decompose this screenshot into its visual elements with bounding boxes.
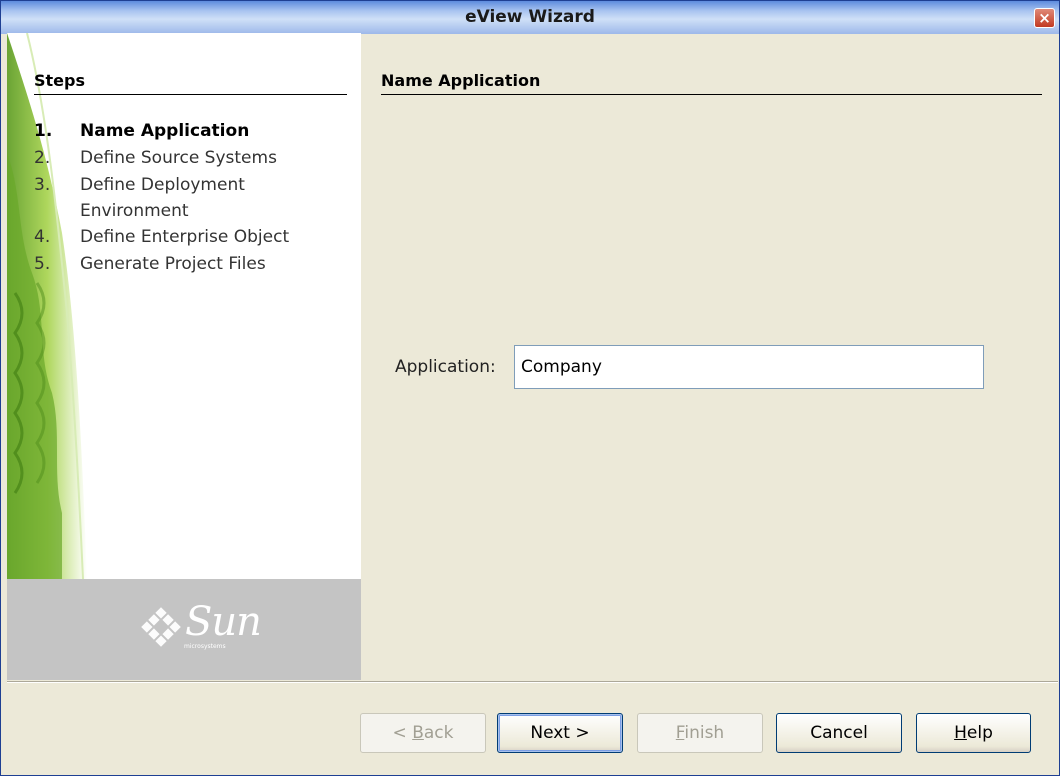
step-number: 2. [34, 148, 51, 168]
finish-button[interactable]: Finish [637, 713, 763, 753]
window-title: eView Wizard [465, 7, 595, 27]
cancel-button-label: Cancel [810, 723, 868, 743]
step-item-generate-project-files: 5. Generate Project Files [34, 251, 354, 278]
step-number: 3. [34, 175, 51, 195]
steps-list: 1. Name Application 2. Define Source Sys… [34, 118, 354, 278]
sun-logo-panel: Sun microsystems [7, 579, 361, 680]
cancel-button[interactable]: Cancel [776, 713, 902, 753]
button-bar-divider [7, 681, 1058, 683]
step-item-define-source-systems: 2. Define Source Systems [34, 145, 354, 172]
help-button-label: Help [954, 723, 993, 743]
next-button[interactable]: Next > [497, 713, 623, 753]
step-number: 1. [34, 121, 53, 141]
step-number: 5. [34, 254, 51, 274]
page-title: Name Application [381, 71, 1042, 95]
close-icon[interactable]: × [1034, 8, 1055, 28]
back-button[interactable]: < Back [360, 713, 486, 753]
leaf-decoration-icon [7, 33, 87, 579]
steps-heading: Steps [34, 71, 347, 95]
title-bar[interactable]: eView Wizard × [1, 1, 1059, 34]
step-label: Define Deployment Environment [80, 175, 245, 221]
finish-button-label: Finish [675, 723, 725, 743]
step-label: Define Source Systems [80, 148, 277, 168]
next-button-label: Next > [530, 723, 590, 743]
step-item-define-deployment-environment: 3. Define Deployment Environment [34, 172, 354, 224]
step-item-define-enterprise-object: 4. Define Enterprise Object [34, 224, 354, 251]
steps-panel: Steps 1. Name Application 2. Define Sour… [7, 33, 361, 680]
application-name-input[interactable] [514, 345, 984, 389]
back-button-label: < Back [392, 723, 454, 743]
sun-logo-subtext: microsystems [184, 643, 226, 650]
step-label: Name Application [80, 121, 250, 141]
step-number: 4. [34, 227, 51, 247]
sun-logo-text: Sun [185, 599, 262, 645]
help-button[interactable]: Help [916, 713, 1031, 753]
step-label: Generate Project Files [80, 254, 266, 274]
step-label: Define Enterprise Object [80, 227, 290, 247]
step-item-name-application: 1. Name Application [34, 118, 354, 145]
application-label: Application: [395, 357, 496, 377]
